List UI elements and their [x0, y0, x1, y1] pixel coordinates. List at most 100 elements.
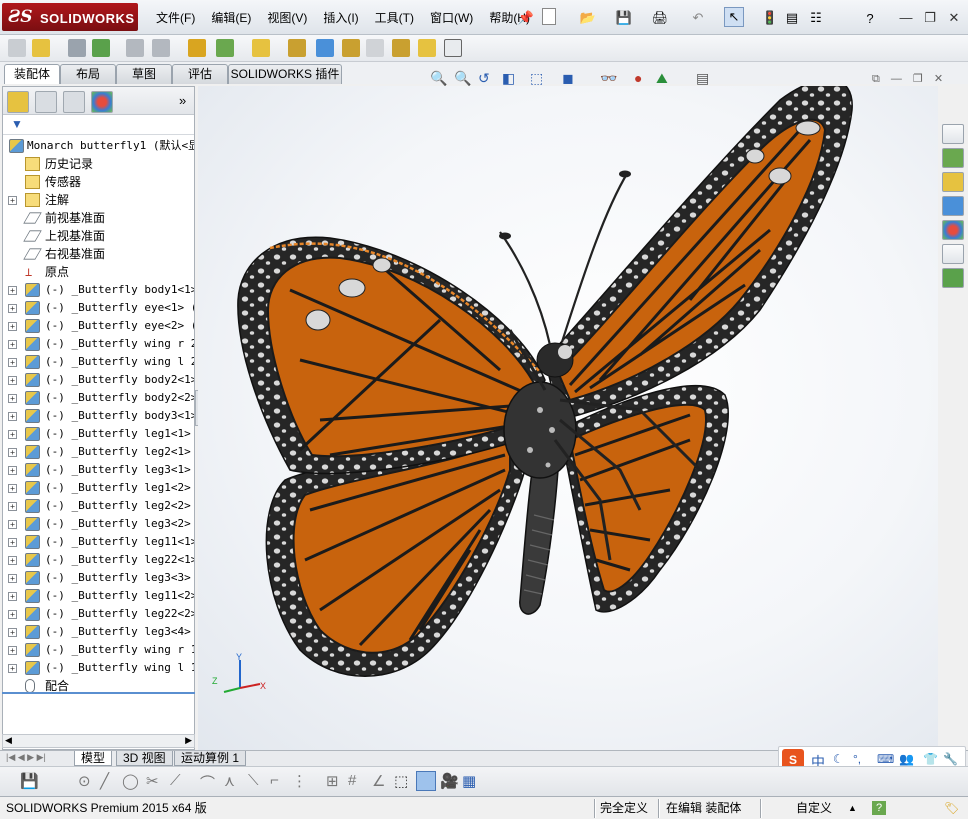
menu-edit[interactable]: 编辑(E): [203, 9, 259, 27]
show-hidden-icon[interactable]: [152, 39, 170, 57]
linear-sketch-pattern-icon[interactable]: ⊞: [326, 772, 339, 790]
instant3d-icon[interactable]: [366, 39, 384, 57]
scroll-right-icon[interactable]: ▶: [185, 735, 192, 746]
view-settings-icon[interactable]: ▤: [696, 70, 709, 87]
restore-icon[interactable]: ❐: [920, 10, 940, 26]
tree-component[interactable]: + (-) _Butterfly wing r 1<1: [3, 641, 194, 659]
filter-icon[interactable]: ▼: [11, 117, 23, 131]
tree-history[interactable]: 历史记录: [3, 155, 194, 173]
ime-user-icon[interactable]: 👥: [899, 752, 914, 766]
expand-chevron-icon[interactable]: »: [179, 93, 186, 108]
tree-root-assembly[interactable]: Monarch butterfly1 (默认<显: [3, 137, 194, 155]
move-component-icon[interactable]: [126, 39, 144, 57]
camera-icon[interactable]: 🎥: [440, 772, 459, 790]
tree-component[interactable]: + (-) _Butterfly leg2<2> (: [3, 497, 194, 515]
tree-component[interactable]: + (-) _Butterfly eye<2> (默: [3, 317, 194, 335]
take-snapshot-icon[interactable]: [418, 39, 436, 57]
property-manager-tab-icon[interactable]: [35, 91, 57, 113]
design-library-icon[interactable]: [942, 148, 964, 168]
expand-toggle-icon[interactable]: +: [8, 592, 17, 601]
butterfly-model[interactable]: [198, 86, 938, 750]
tree-component[interactable]: + (-) _Butterfly wing l 2<1: [3, 353, 194, 371]
tab-layout[interactable]: 布局: [60, 64, 116, 84]
sketch-fillet-icon[interactable]: ⌒: [200, 772, 215, 793]
solidworks-resources-icon[interactable]: [942, 124, 964, 144]
insert-components-icon[interactable]: [8, 39, 26, 57]
tab-assembly[interactable]: 装配体: [4, 64, 60, 84]
smart-fasteners-icon[interactable]: [92, 39, 110, 57]
tab-motion-study[interactable]: 运动算例 1: [174, 751, 247, 766]
zoom-to-area-icon[interactable]: 🔍: [454, 70, 471, 87]
trim-icon[interactable]: ✂: [146, 772, 159, 790]
pin-icon[interactable]: 📌: [516, 8, 536, 28]
angle-icon[interactable]: ∠: [372, 772, 385, 790]
feature-tree-tab-icon[interactable]: [7, 91, 29, 113]
tree-component[interactable]: + (-) _Butterfly leg22<2> (: [3, 605, 194, 623]
menu-tools[interactable]: 工具(T): [367, 9, 422, 27]
offset-icon[interactable]: ⋏: [224, 772, 235, 790]
new-motion-study-icon[interactable]: [252, 39, 270, 57]
menu-file[interactable]: 文件(F): [148, 9, 203, 27]
configuration-manager-tab-icon[interactable]: [63, 91, 85, 113]
hide-show-items-icon[interactable]: 👓: [600, 70, 617, 87]
isometric-view-icon[interactable]: ⬚: [394, 772, 408, 790]
tag-icon[interactable]: 🏷: [944, 800, 959, 817]
save-sketch-icon[interactable]: 💾: [20, 772, 39, 790]
view-orientation-icon[interactable]: ⬚: [530, 70, 543, 87]
scroll-left-icon[interactable]: ◀: [5, 735, 12, 746]
display-style-icon[interactable]: ◼: [562, 70, 574, 87]
expand-toggle-icon[interactable]: +: [8, 520, 17, 529]
tab-sketch[interactable]: 草图: [116, 64, 172, 84]
help-icon[interactable]: ?: [860, 8, 880, 28]
viewport-close-icon[interactable]: ✕: [934, 73, 943, 85]
tree-component[interactable]: + (-) _Butterfly body2<1> (: [3, 371, 194, 389]
large-assembly-icon[interactable]: [444, 39, 462, 57]
undo-icon[interactable]: ↶: [688, 8, 708, 28]
expand-toggle-icon[interactable]: +: [8, 304, 17, 313]
expand-toggle-icon[interactable]: +: [8, 628, 17, 637]
menu-view[interactable]: 视图(V): [259, 9, 315, 27]
tree-component[interactable]: + (-) _Butterfly leg3<2> (: [3, 515, 194, 533]
menu-window[interactable]: 窗口(W): [422, 9, 481, 27]
point-icon[interactable]: ⊙: [78, 772, 91, 790]
circle-icon[interactable]: ◯: [122, 772, 139, 790]
expand-toggle-icon[interactable]: +: [8, 538, 17, 547]
shaded-mode-icon[interactable]: [416, 771, 436, 791]
centerline-icon[interactable]: ⟋: [170, 772, 181, 789]
tab-addins[interactable]: SOLIDWORKS 插件: [228, 64, 342, 84]
expand-toggle-icon[interactable]: +: [8, 196, 17, 205]
expand-toggle-icon[interactable]: +: [8, 448, 17, 457]
custom-properties-icon[interactable]: [942, 244, 964, 264]
viewport-tile-icon[interactable]: ❐: [913, 73, 923, 85]
tree-component[interactable]: + (-) _Butterfly leg11<1> (: [3, 533, 194, 551]
tab-evaluate[interactable]: 评估: [172, 64, 228, 84]
expand-toggle-icon[interactable]: +: [8, 394, 17, 403]
zoom-to-fit-icon[interactable]: 🔍: [430, 70, 447, 87]
tree-component[interactable]: + (-) _Butterfly body1<1> (: [3, 281, 194, 299]
expand-toggle-icon[interactable]: +: [8, 502, 17, 511]
expand-toggle-icon[interactable]: +: [8, 358, 17, 367]
corner-icon[interactable]: ⌐: [270, 772, 279, 789]
open-icon[interactable]: 📂: [578, 8, 598, 28]
tree-component[interactable]: + (-) _Butterfly body2<2> (: [3, 389, 194, 407]
rebuild-icon[interactable]: 🚦: [760, 8, 780, 28]
tree-component[interactable]: + (-) _Butterfly wing r 2<1: [3, 335, 194, 353]
mate-icon[interactable]: [32, 39, 50, 57]
tree-component[interactable]: + (-) _Butterfly leg3<3> (: [3, 569, 194, 587]
solidworks-forum-icon[interactable]: [942, 268, 964, 288]
help-status-icon[interactable]: ?: [872, 801, 886, 815]
tree-component[interactable]: + (-) _Butterfly leg2<1> (: [3, 443, 194, 461]
expand-toggle-icon[interactable]: +: [8, 430, 17, 439]
expand-toggle-icon[interactable]: +: [8, 340, 17, 349]
graphics-area[interactable]: Y X Z: [198, 86, 938, 750]
menu-insert[interactable]: 插入(I): [315, 9, 366, 27]
ime-keyboard-icon[interactable]: ⌨: [877, 752, 894, 766]
expand-toggle-icon[interactable]: +: [8, 466, 17, 475]
bill-of-materials-icon[interactable]: [288, 39, 306, 57]
close-icon[interactable]: ✕: [944, 10, 964, 26]
grid-icon[interactable]: #: [348, 772, 356, 789]
status-units[interactable]: 自定义: [796, 800, 832, 817]
select-icon[interactable]: ↖: [724, 7, 744, 27]
units-dropdown-icon[interactable]: ▲: [848, 800, 857, 817]
expand-toggle-icon[interactable]: +: [8, 286, 17, 295]
